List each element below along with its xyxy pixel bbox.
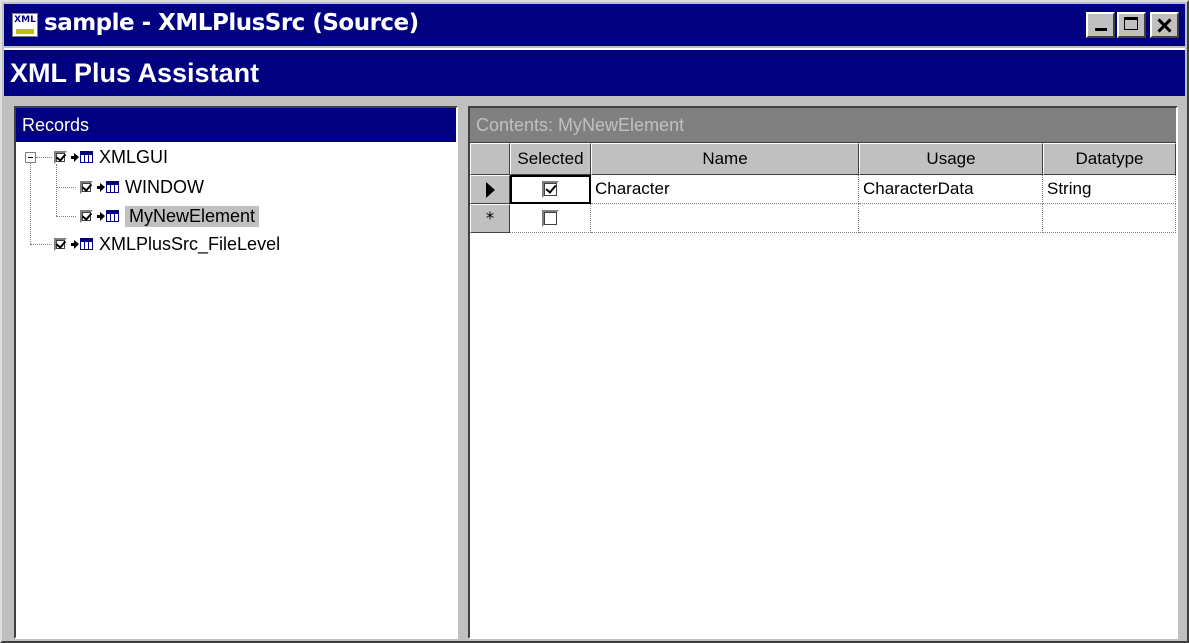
tree-item-label: XMLGUI xyxy=(99,146,169,167)
checkbox-icon[interactable] xyxy=(80,180,93,194)
new-row-usage[interactable] xyxy=(859,204,1043,233)
app-header-title: XML Plus Assistant xyxy=(10,58,260,88)
tree-item-mynewelement[interactable]: MyNewElement xyxy=(80,203,260,229)
window-controls xyxy=(1084,12,1179,38)
main-window: XML sample - XMLPlusSrc (Source) XML Plu… xyxy=(0,0,1189,643)
column-header-selected[interactable]: Selected xyxy=(510,143,591,175)
new-row-asterisk-icon: * xyxy=(485,208,495,229)
element-arrow-icon xyxy=(97,182,105,192)
table-row-name[interactable]: Character xyxy=(591,175,859,204)
tree-item-label: XMLPlusSrc_FileLevel xyxy=(99,233,281,254)
records-panel-title: Records xyxy=(16,108,456,142)
new-row-datatype[interactable] xyxy=(1043,204,1176,233)
title-bar[interactable]: XML sample - XMLPlusSrc (Source) xyxy=(4,4,1185,46)
tree-item-label-selected: MyNewElement xyxy=(125,205,260,227)
app-header: XML Plus Assistant xyxy=(4,48,1185,96)
table-icon xyxy=(80,238,93,250)
tree-item-xmlplussrc-filelevel[interactable]: XMLPlusSrc_FileLevel xyxy=(54,231,280,257)
maximize-button[interactable] xyxy=(1117,12,1146,38)
contents-panel-title: Contents: MyNewElement xyxy=(470,108,1176,143)
xml-app-icon[interactable]: XML xyxy=(12,13,38,37)
table-row-usage[interactable]: CharacterData xyxy=(859,175,1043,204)
checkbox-icon[interactable] xyxy=(54,150,67,164)
window-title: sample - XMLPlusSrc (Source) xyxy=(44,10,419,36)
app-icon-text: XML xyxy=(14,15,36,25)
table-row-datatype[interactable]: String xyxy=(1043,175,1176,204)
new-row-selected-cell[interactable] xyxy=(510,204,591,233)
selected-checkbox[interactable] xyxy=(542,181,559,198)
row-selector-new[interactable]: * xyxy=(470,204,510,233)
table-icon xyxy=(106,210,119,222)
tree-item-window[interactable]: WINDOW xyxy=(80,174,204,200)
table-row-selected-cell[interactable] xyxy=(510,175,591,204)
grid-corner xyxy=(470,143,510,175)
column-header-datatype[interactable]: Datatype xyxy=(1043,143,1176,175)
element-arrow-icon xyxy=(71,239,79,249)
new-row-checkbox[interactable] xyxy=(541,209,559,227)
checkbox-icon[interactable] xyxy=(54,237,67,251)
tree-item-xmlgui[interactable]: XMLGUI xyxy=(54,144,168,170)
tree-item-label: WINDOW xyxy=(125,176,204,197)
column-header-usage[interactable]: Usage xyxy=(859,143,1043,175)
row-selector-current[interactable] xyxy=(470,175,510,204)
records-panel: Records XMLGUI WINDOW MyNewElement XMLPl… xyxy=(14,106,458,639)
element-arrow-icon xyxy=(97,211,105,221)
table-icon xyxy=(106,181,119,193)
contents-panel: Contents: MyNewElement Selected Name Usa… xyxy=(468,106,1178,639)
table-icon xyxy=(80,151,93,163)
element-arrow-icon xyxy=(71,152,79,162)
new-row-name[interactable] xyxy=(591,204,859,233)
collapse-toggle-xmlgui[interactable] xyxy=(25,152,36,163)
current-row-arrow-icon xyxy=(485,181,495,198)
close-button[interactable] xyxy=(1150,12,1179,38)
minimize-button[interactable] xyxy=(1086,12,1115,38)
column-header-name[interactable]: Name xyxy=(591,143,859,175)
checkbox-icon[interactable] xyxy=(80,209,93,223)
